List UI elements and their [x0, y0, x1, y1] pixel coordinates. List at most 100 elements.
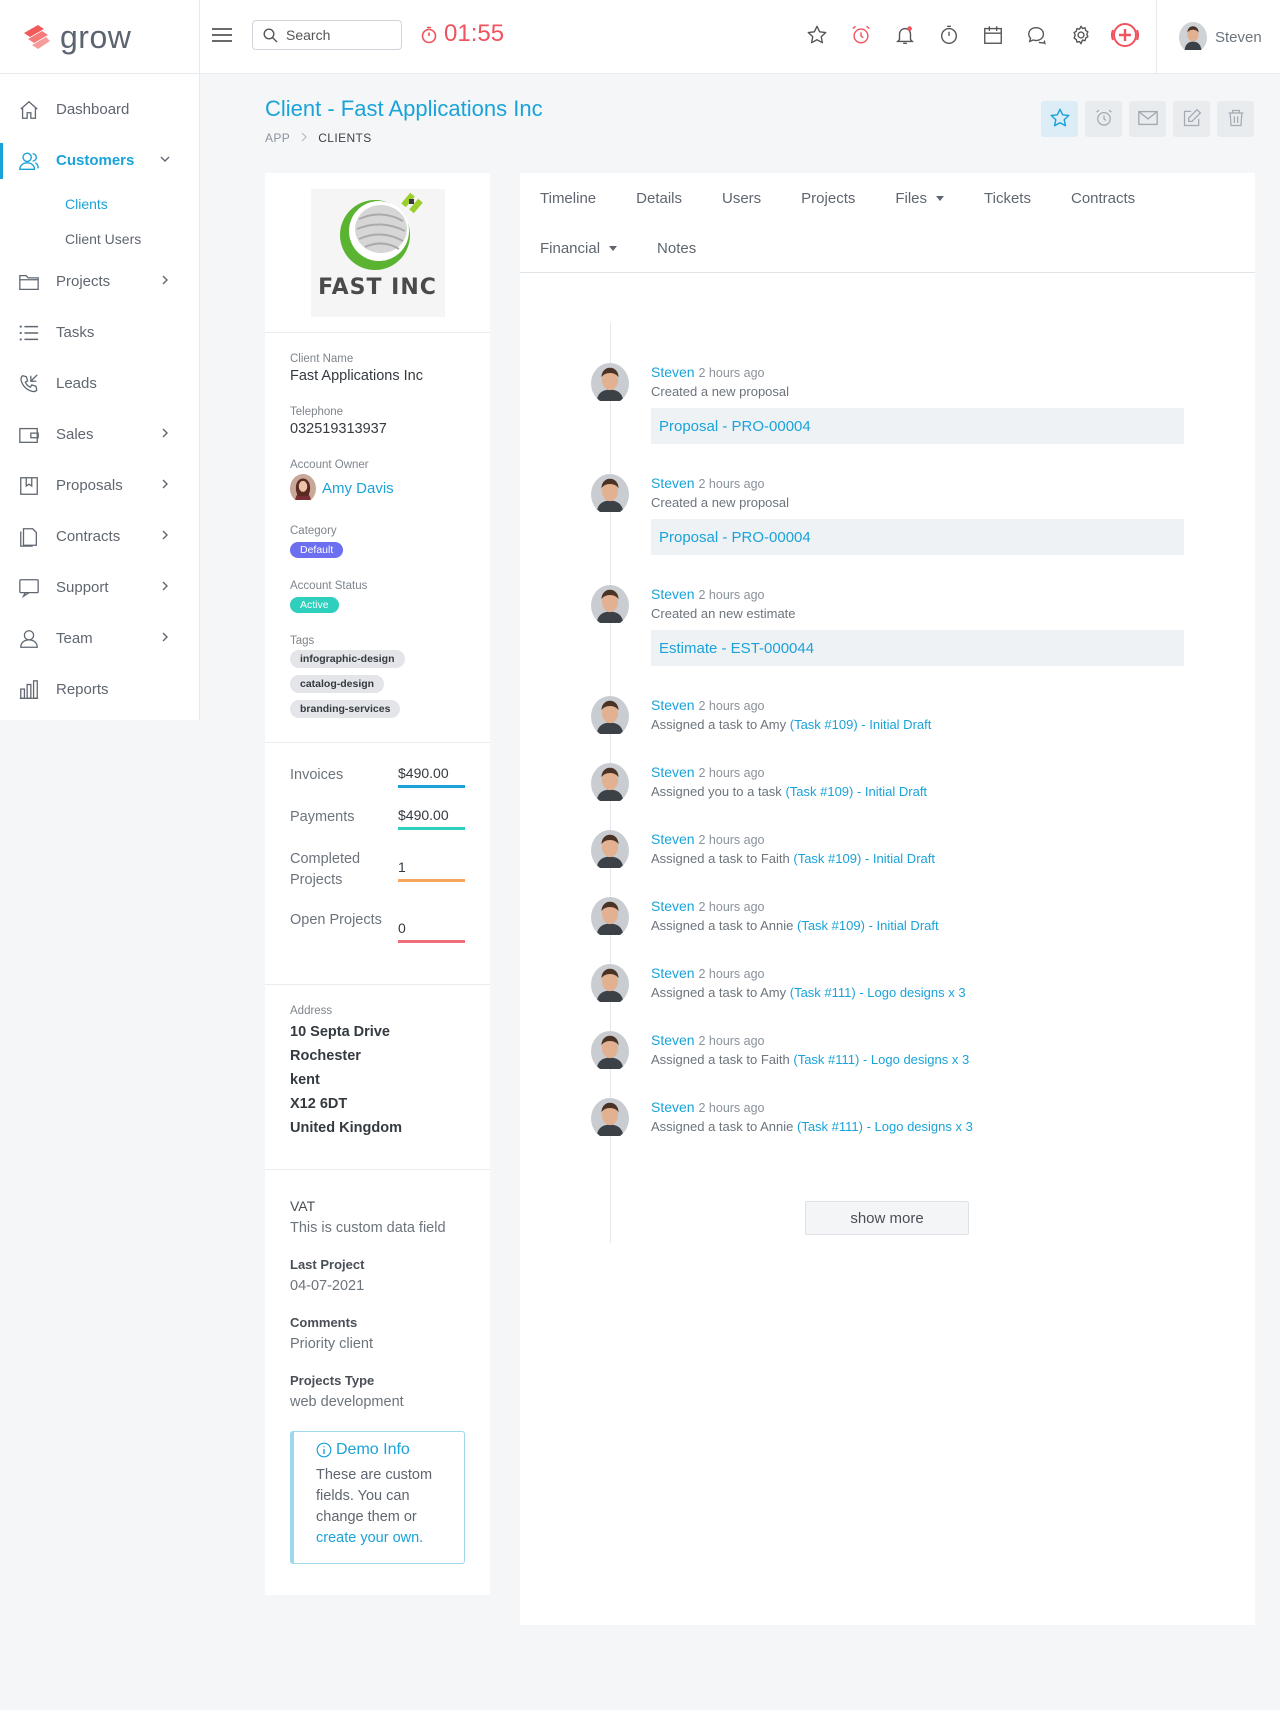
calendar-icon[interactable]	[971, 20, 1015, 50]
search-input[interactable]	[286, 27, 396, 43]
event-description: Created a new proposal	[651, 495, 790, 510]
event-user[interactable]: Steven	[651, 898, 695, 914]
event-time: 2 hours ago	[698, 477, 765, 491]
show-more-button[interactable]: show more	[805, 1201, 969, 1235]
stat-label: Completed Projects	[290, 851, 361, 888]
sidebar-item-support[interactable]: Support	[0, 562, 199, 613]
star-icon[interactable]	[795, 20, 839, 50]
email-button[interactable]	[1129, 101, 1166, 137]
tab-files[interactable]: Files	[895, 190, 945, 207]
event-task-link[interactable]: (Task #111) - Logo designs x 3	[797, 1119, 973, 1134]
sidebar-item-proposals[interactable]: Proposals	[0, 460, 199, 511]
gear-icon[interactable]	[1059, 20, 1103, 50]
event-time: 2 hours ago	[698, 1034, 765, 1048]
event-text: Assigned a task to Amy (Task #111) - Log…	[651, 983, 1255, 1003]
event-header: Steven 2 hours ago	[651, 964, 1255, 983]
event-user[interactable]: Steven	[651, 1099, 695, 1115]
event-task-link[interactable]: (Task #109) - Initial Draft	[793, 851, 935, 866]
tab-financial[interactable]: Financial	[540, 240, 618, 257]
info-icon	[316, 1441, 332, 1459]
event-user[interactable]: Steven	[651, 586, 695, 602]
tab-notes[interactable]: Notes	[657, 240, 696, 257]
brand[interactable]: grow	[0, 0, 200, 74]
menu-toggle-icon[interactable]	[211, 24, 233, 46]
sidebar-item-dashboard[interactable]: Dashboard	[0, 84, 199, 135]
search-box[interactable]	[252, 20, 402, 50]
sidebar-item-team[interactable]: Team	[0, 613, 199, 664]
account-owner-name[interactable]: Amy Davis	[322, 480, 394, 497]
edit-button[interactable]	[1173, 101, 1210, 137]
stat-completed-projects: Completed Projects 1	[290, 849, 465, 891]
account-owner[interactable]: Amy Davis	[290, 474, 465, 503]
event-user[interactable]: Steven	[651, 764, 695, 780]
sidebar-item-reports[interactable]: Reports	[0, 664, 199, 715]
tab-contracts[interactable]: Contracts	[1071, 190, 1135, 207]
tab-timeline[interactable]: Timeline	[540, 190, 596, 207]
event-document-link[interactable]: Estimate - EST-000044	[651, 630, 1184, 666]
tab-users[interactable]: Users	[722, 190, 761, 207]
event-description: Assigned a task to Faith	[651, 1052, 790, 1067]
bell-icon[interactable]	[883, 20, 927, 50]
sidebar-item-leads[interactable]: Leads	[0, 358, 199, 409]
sidebar-subitem-clients[interactable]: Clients	[0, 186, 199, 221]
sidebar-item-label: Reports	[56, 681, 109, 698]
stopwatch-icon[interactable]	[927, 20, 971, 50]
timer[interactable]: 01:55	[420, 20, 504, 48]
timeline-event: Steven 2 hours ago Created a new proposal…	[520, 363, 1255, 444]
event-user[interactable]: Steven	[651, 697, 695, 713]
event-header: Steven 2 hours ago	[651, 763, 1255, 782]
sidebar-subitem-client-users[interactable]: Client Users	[0, 221, 199, 256]
sidebar-item-label: Tasks	[56, 324, 95, 341]
event-task-link[interactable]: (Task #111) - Logo designs x 3	[793, 1052, 969, 1067]
event-task-link[interactable]: (Task #111) - Logo designs x 3	[790, 985, 966, 1000]
sidebar-item-sales[interactable]: Sales	[0, 409, 199, 460]
tab-tickets[interactable]: Tickets	[984, 190, 1031, 207]
user-name: Steven	[1215, 28, 1262, 46]
event-description: Assigned a task to Annie	[651, 1119, 794, 1134]
timeline-event: Steven 2 hours ago Assigned a task to Fai…	[520, 830, 1255, 869]
demo-info-title: Demo Info	[316, 1441, 452, 1459]
home-icon	[18, 99, 40, 121]
sidebar-item-projects[interactable]: Projects	[0, 256, 199, 307]
user-menu[interactable]: Steven	[1156, 0, 1280, 74]
custom-fields: VAT This is custom data field Last Proje…	[265, 1170, 490, 1564]
reminder-button[interactable]	[1085, 101, 1122, 137]
sidebar-item-label: Customers	[56, 152, 135, 169]
event-time: 2 hours ago	[698, 833, 765, 847]
mail-icon	[1137, 108, 1159, 131]
page-title: Client - Fast Applications Inc	[265, 96, 543, 121]
chevron-right-icon	[159, 477, 171, 494]
create-your-own-link[interactable]: create your own.	[316, 1530, 423, 1546]
event-document-link[interactable]: Proposal - PRO-00004	[651, 408, 1184, 444]
tab-projects[interactable]: Projects	[801, 190, 855, 207]
event-document-link[interactable]: Proposal - PRO-00004	[651, 519, 1184, 555]
add-circle-icon[interactable]	[1103, 20, 1147, 50]
sidebar-item-contracts[interactable]: Contracts	[0, 511, 199, 562]
alarm-icon	[1094, 108, 1114, 131]
tag: catalog-design	[290, 675, 385, 693]
breadcrumb-item[interactable]: APP	[265, 131, 290, 145]
sidebar-item-customers[interactable]: Customers	[0, 135, 199, 186]
client-stats: Invoices $490.00 Payments $490.00 Comple…	[265, 743, 490, 985]
tab-details[interactable]: Details	[636, 190, 682, 207]
favorite-button[interactable]	[1041, 101, 1078, 137]
event-task-link[interactable]: (Task #109) - Initial Draft	[790, 717, 932, 732]
event-task-link[interactable]: (Task #109) - Initial Draft	[797, 918, 939, 933]
event-user[interactable]: Steven	[651, 475, 695, 491]
avatar	[591, 696, 629, 737]
event-user[interactable]: Steven	[651, 1032, 695, 1048]
event-user[interactable]: Steven	[651, 965, 695, 981]
event-header: Steven 2 hours ago	[651, 363, 1255, 382]
event-text: Assigned a task to Amy (Task #109) - Ini…	[651, 715, 1255, 735]
event-task-link[interactable]: (Task #109) - Initial Draft	[785, 784, 927, 799]
demo-info-text: These are custom fields. You can change …	[316, 1465, 452, 1549]
stat-open-projects: Open Projects 0	[290, 910, 465, 943]
sidebar-item-tasks[interactable]: Tasks	[0, 307, 199, 358]
chat-icon[interactable]	[1015, 20, 1059, 50]
event-user[interactable]: Steven	[651, 364, 695, 380]
delete-button[interactable]	[1217, 101, 1254, 137]
document-icon	[18, 526, 40, 548]
event-user[interactable]: Steven	[651, 831, 695, 847]
stopwatch-icon	[420, 20, 438, 48]
alarm-icon[interactable]	[839, 20, 883, 50]
